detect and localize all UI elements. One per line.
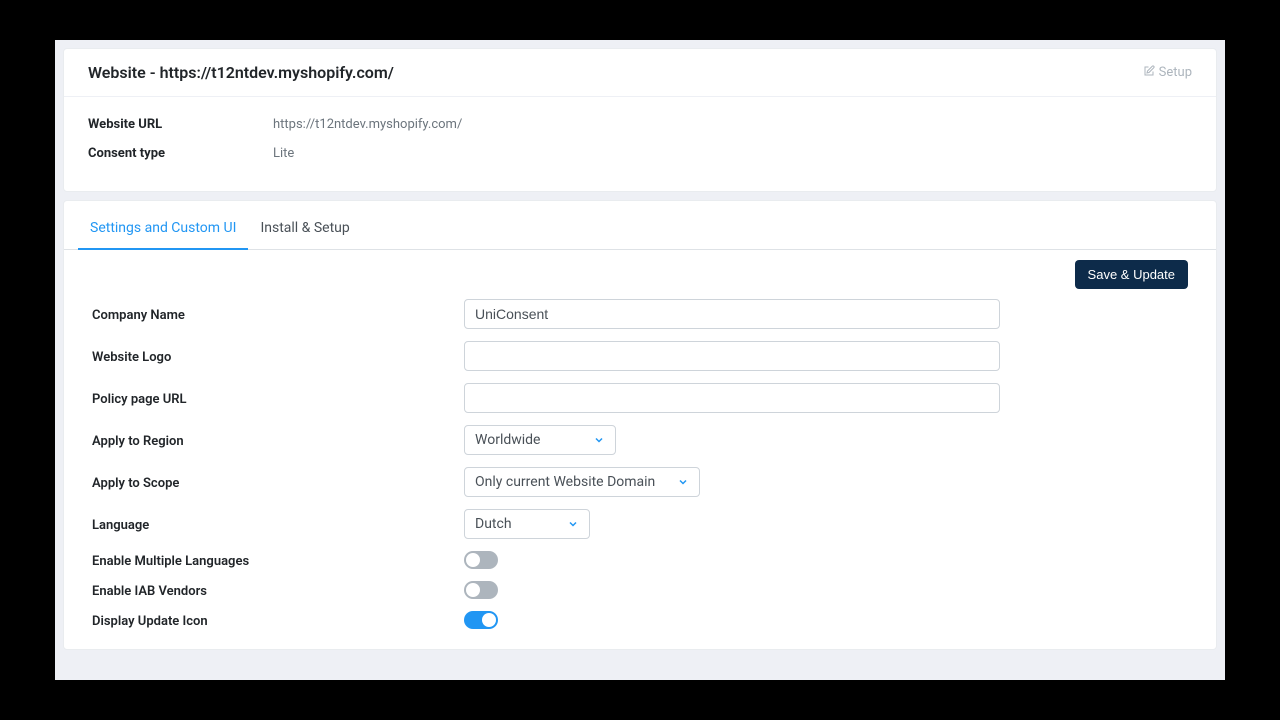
website-logo-label: Website Logo: [92, 348, 464, 365]
website-url-value: https://t12ntdev.myshopify.com/: [273, 117, 462, 132]
page-title: Website - https://t12ntdev.myshopify.com…: [88, 63, 394, 82]
display-update-icon-label: Display Update Icon: [92, 612, 464, 629]
apply-region-select[interactable]: Worldwide: [464, 425, 616, 455]
website-url-label: Website URL: [88, 117, 273, 132]
multi-language-toggle[interactable]: [464, 551, 498, 569]
save-button[interactable]: Save & Update: [1075, 260, 1188, 289]
apply-region-value: Worldwide: [475, 432, 540, 448]
multi-language-label: Enable Multiple Languages: [92, 552, 464, 569]
setup-link[interactable]: Setup: [1143, 65, 1192, 81]
policy-url-input[interactable]: [464, 383, 1000, 413]
chevron-down-icon: [567, 518, 579, 530]
iab-vendors-toggle[interactable]: [464, 581, 498, 599]
language-value: Dutch: [475, 516, 512, 532]
tab-settings[interactable]: Settings and Custom UI: [78, 206, 248, 250]
consent-type-label: Consent type: [88, 146, 273, 161]
apply-region-label: Apply to Region: [92, 432, 464, 449]
edit-icon: [1143, 65, 1155, 81]
display-update-icon-toggle[interactable]: [464, 611, 498, 629]
chevron-down-icon: [593, 434, 605, 446]
language-label: Language: [92, 516, 464, 533]
tab-install[interactable]: Install & Setup: [248, 206, 361, 250]
setup-link-label: Setup: [1159, 65, 1192, 80]
website-logo-input[interactable]: [464, 341, 1000, 371]
apply-scope-value: Only current Website Domain: [475, 474, 655, 490]
chevron-down-icon: [677, 476, 689, 488]
apply-scope-label: Apply to Scope: [92, 474, 464, 491]
iab-vendors-label: Enable IAB Vendors: [92, 582, 464, 599]
policy-url-label: Policy page URL: [92, 390, 464, 407]
consent-type-value: Lite: [273, 146, 294, 161]
company-name-input[interactable]: [464, 299, 1000, 329]
apply-scope-select[interactable]: Only current Website Domain: [464, 467, 700, 497]
company-name-label: Company Name: [92, 306, 464, 323]
language-select[interactable]: Dutch: [464, 509, 590, 539]
